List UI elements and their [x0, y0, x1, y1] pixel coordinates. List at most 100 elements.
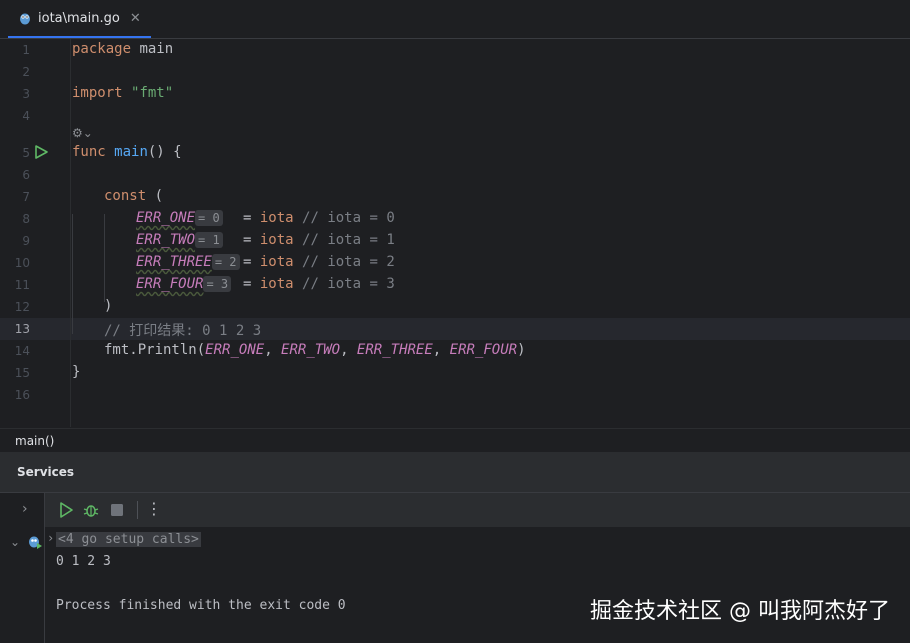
- punctuation: ,: [264, 342, 282, 358]
- tab-main-go[interactable]: iota\main.go ✕: [8, 0, 151, 38]
- exit-message: Process finished with the exit code 0: [56, 598, 346, 613]
- constant-name: ERR_THREE: [136, 254, 212, 270]
- line-number: 6: [22, 168, 30, 182]
- inlay-hint: = 0: [195, 210, 223, 226]
- comment: // iota = 3: [302, 276, 395, 292]
- inlay-hint: = 3: [203, 276, 232, 292]
- operator: =: [243, 254, 252, 270]
- line-number: 13: [14, 322, 30, 336]
- inlay-hint: = 1: [195, 232, 223, 248]
- operator: =: [243, 232, 252, 248]
- code-editor[interactable]: 1 2 3 4 5 6 7 8 9 10 11 12 13 14 15 16 ⚙…: [0, 39, 910, 427]
- watermark: 掘金技术社区 @ 叫我阿杰好了: [590, 599, 890, 624]
- line-number: 3: [22, 87, 30, 101]
- go-run-config-icon[interactable]: [28, 535, 42, 549]
- more-options-icon[interactable]: ⋮: [146, 499, 162, 518]
- punctuation: }: [72, 364, 81, 380]
- constant-name: ERR_FOUR: [136, 276, 204, 292]
- services-tree: › ⌄: [0, 493, 45, 643]
- chevron-right-icon[interactable]: ›: [22, 501, 28, 517]
- line-number: 15: [14, 366, 30, 380]
- code-line-5: func main() {: [72, 144, 182, 160]
- constant-name: ERR_ONE: [136, 210, 196, 226]
- inlay-hint: = 2: [211, 254, 240, 270]
- constant-ref: ERR_THREE: [356, 342, 433, 358]
- code-assign-8: = iota // iota = 0: [243, 210, 395, 226]
- line-number: 10: [14, 256, 30, 270]
- toolbar-divider: [137, 501, 138, 519]
- code-line-3: import "fmt": [72, 85, 173, 101]
- breadcrumb: main(): [0, 428, 910, 453]
- inlay-settings-icon[interactable]: ⚙⌄: [72, 126, 93, 140]
- line-number: 9: [22, 234, 30, 248]
- chevron-down-icon[interactable]: ⌄: [10, 535, 20, 549]
- debug-icon[interactable]: [82, 501, 100, 519]
- comment: // iota = 2: [302, 254, 395, 270]
- line-gutter: 1 2 3 4 5 6 7 8 9 10 11 12 13 14 15 16: [0, 39, 71, 427]
- keyword: iota: [259, 232, 294, 248]
- line-number: 12: [14, 300, 30, 314]
- constant-ref: ERR_TWO: [281, 342, 341, 358]
- line-number: 5: [22, 146, 30, 160]
- comment: // 打印结果: 0 1 2 3: [104, 323, 262, 339]
- code-line-14: fmt.Println(ERR_ONE, ERR_TWO, ERR_THREE,…: [104, 342, 526, 358]
- keyword: func: [72, 144, 106, 160]
- line-number: 4: [22, 109, 30, 123]
- constant-ref: ERR_FOUR: [449, 342, 518, 358]
- comment: // iota = 1: [302, 232, 395, 248]
- keyword: iota: [259, 254, 294, 270]
- package-ref: fmt.: [104, 342, 138, 358]
- breadcrumb-item[interactable]: main(): [15, 434, 54, 448]
- line-number: 14: [14, 344, 30, 358]
- punctuation: ): [517, 342, 526, 358]
- line-number: 1: [22, 43, 30, 57]
- setup-calls-fold[interactable]: <4 go setup calls>: [56, 532, 201, 547]
- constant-name: ERR_TWO: [136, 232, 196, 248]
- console-output[interactable]: › <4 go setup calls> 0 1 2 3 Process fin…: [45, 527, 910, 643]
- program-output: 0 1 2 3: [56, 554, 111, 569]
- operator: =: [243, 276, 252, 292]
- function-name: main: [114, 144, 148, 160]
- code-line-9: ERR_TWO = 1: [136, 232, 223, 248]
- indent-guide: [104, 214, 105, 302]
- line-number: 2: [22, 65, 30, 79]
- keyword: import: [72, 85, 123, 101]
- line-number: 16: [14, 388, 30, 402]
- code-assign-11: = iota // iota = 3: [243, 276, 395, 292]
- punctuation: () {: [147, 144, 182, 160]
- line-number: 11: [14, 278, 30, 292]
- line-number: 8: [22, 212, 30, 226]
- keyword: iota: [259, 210, 294, 226]
- keyword: package: [72, 41, 132, 57]
- indent-guide: [72, 214, 73, 334]
- constant-ref: ERR_ONE: [205, 342, 265, 358]
- tab-label: iota\main.go: [38, 10, 120, 26]
- run-icon[interactable]: [34, 145, 48, 159]
- expand-icon[interactable]: ›: [47, 531, 54, 545]
- punctuation: (: [196, 342, 206, 358]
- code-line-1: package main: [72, 41, 173, 57]
- code-line-13: // 打印结果: 0 1 2 3: [104, 320, 261, 340]
- comment: // iota = 0: [302, 210, 395, 226]
- services-header: Services: [0, 452, 910, 493]
- close-icon[interactable]: ✕: [130, 11, 141, 26]
- keyword: iota: [259, 276, 294, 292]
- rerun-icon[interactable]: [57, 501, 75, 519]
- code-assign-10: = iota // iota = 2: [243, 254, 395, 270]
- code-assign-9: = iota // iota = 1: [243, 232, 395, 248]
- punctuation: (: [146, 188, 164, 204]
- string-literal: "fmt": [131, 85, 174, 101]
- punctuation: ,: [432, 342, 450, 358]
- go-file-icon: [20, 13, 30, 25]
- code-line-12: ): [104, 298, 112, 314]
- code-line-15: }: [72, 364, 80, 380]
- editor-tab-bar: iota\main.go ✕: [0, 0, 910, 39]
- code-line-7: const (: [104, 188, 163, 204]
- services-toolbar: ⋮: [45, 493, 910, 527]
- services-title: Services: [17, 465, 75, 479]
- stop-icon[interactable]: [108, 501, 126, 519]
- identifier: main: [139, 41, 174, 57]
- method-name: Println: [137, 342, 197, 358]
- punctuation: ,: [340, 342, 357, 358]
- line-number: 7: [22, 190, 30, 204]
